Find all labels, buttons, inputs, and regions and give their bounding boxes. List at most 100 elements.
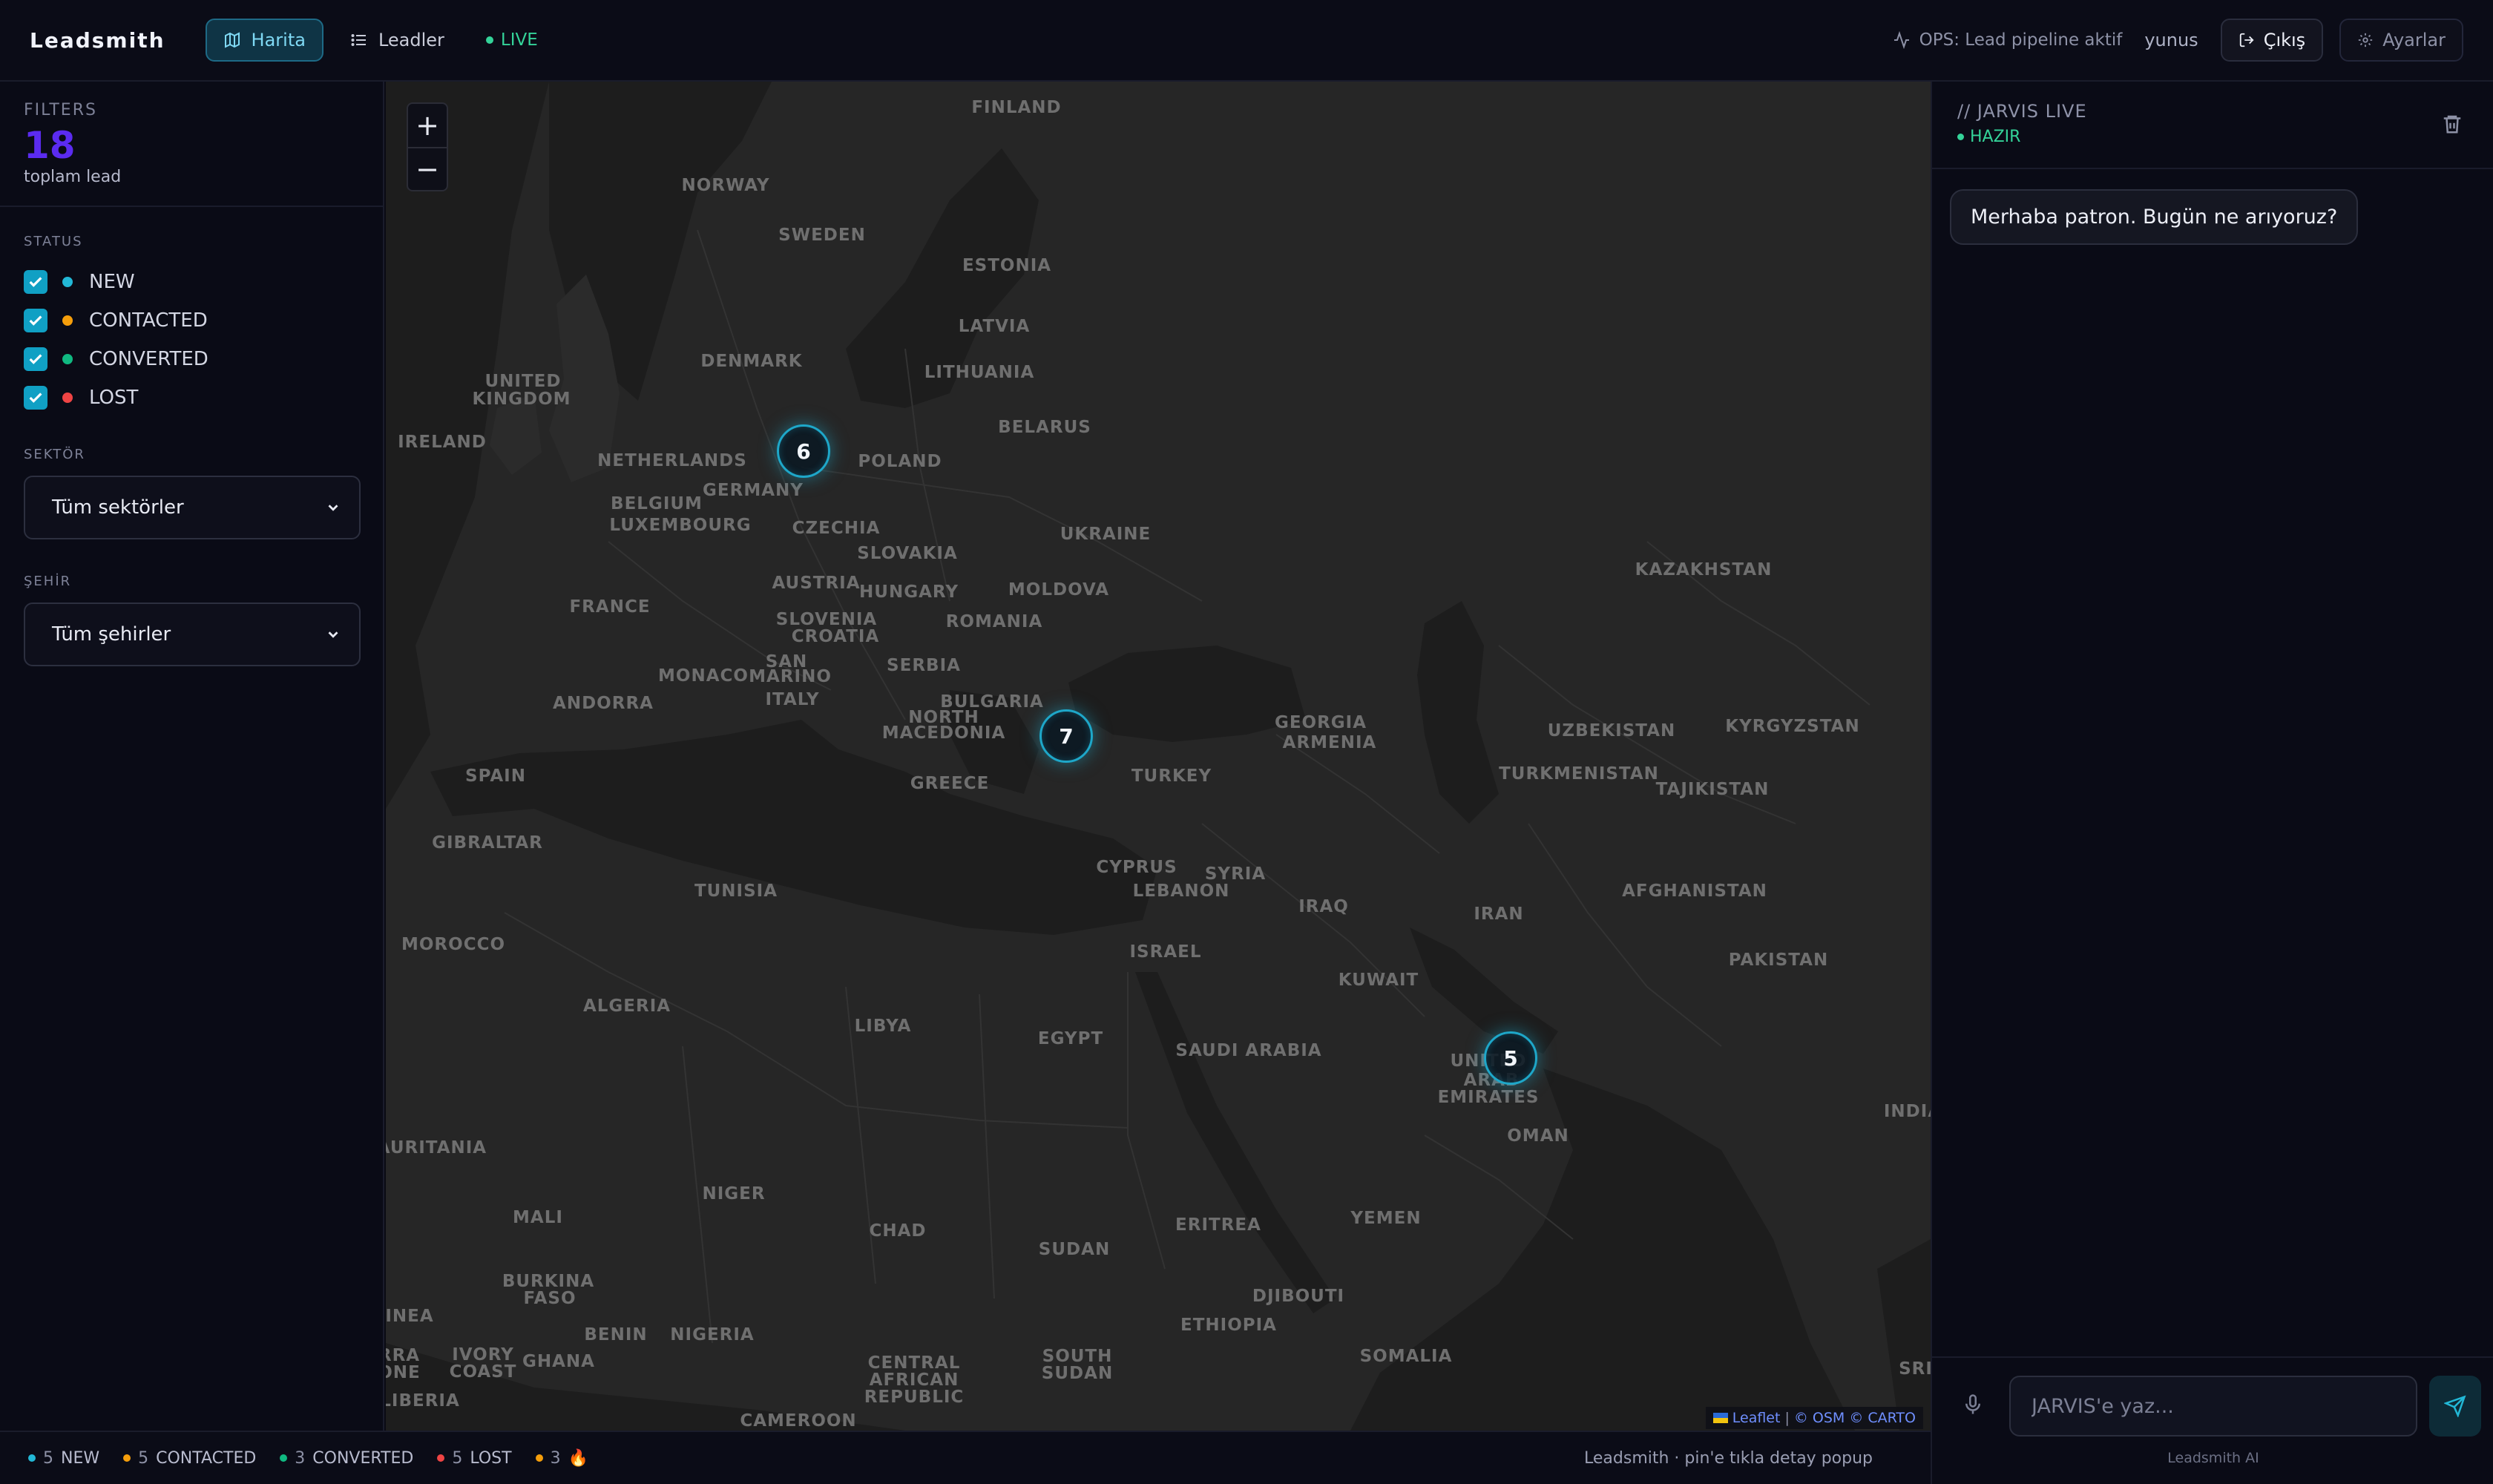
map-label: FINLAND (971, 98, 1062, 117)
status-dot (28, 1454, 36, 1462)
osm-link[interactable]: © OSM (1794, 1410, 1845, 1426)
map-label: GIBRALTAR (432, 833, 543, 853)
map-label: ESTONIA (962, 256, 1052, 275)
map-label: NETHERLANDS (597, 451, 747, 470)
chat-input[interactable] (2009, 1376, 2417, 1437)
map-label: KYRGYZSTAN (1725, 717, 1860, 736)
check-icon (29, 393, 42, 403)
map-label: GEORGIA (1274, 713, 1367, 732)
map-label: ITALY (765, 690, 820, 709)
settings-button[interactable]: Ayarlar (2339, 19, 2463, 62)
map-label: OMAN (1507, 1126, 1569, 1146)
lead-cluster-marker[interactable]: 6 (777, 424, 830, 478)
map-label: EMIRATES (1437, 1088, 1540, 1107)
map-label: EGYPT (1037, 1029, 1104, 1048)
send-button[interactable] (2429, 1376, 2481, 1437)
checkbox[interactable] (24, 347, 47, 371)
zoom-in-button[interactable]: + (408, 104, 447, 147)
map-label: INDIA (1883, 1102, 1931, 1121)
trash-icon[interactable] (2441, 113, 2463, 135)
chat-composer: Leadsmith AI (1932, 1356, 2493, 1484)
sector-section-title: SEKTÖR (24, 447, 85, 462)
carto-link[interactable]: © CARTO (1849, 1410, 1916, 1426)
check-icon (29, 354, 42, 364)
lead-cluster-marker[interactable]: 7 (1039, 709, 1093, 763)
stat-count: 5 (43, 1448, 53, 1468)
map-label: LATVIA (958, 317, 1031, 336)
map-label: LIBERIA (386, 1391, 460, 1411)
stat-label: CONTACTED (156, 1448, 257, 1468)
status-filter-section: STATUS NEW CONTACTED CONVERTED LOST SEKT… (0, 234, 383, 666)
status-section-title: STATUS (24, 234, 83, 249)
checkbox[interactable] (24, 270, 47, 294)
stat-label: LOST (470, 1448, 512, 1468)
map-label: UZBEKISTAN (1547, 721, 1676, 741)
checkbox[interactable] (24, 309, 47, 332)
map-label: TURKMENISTAN (1499, 764, 1659, 784)
settings-label: Ayarlar (2382, 30, 2446, 50)
status-filter-lost[interactable]: LOST (24, 378, 359, 417)
map-label: NORWAY (681, 176, 770, 195)
chat-status-label: HAZIR (1970, 128, 2021, 146)
nav-harita-label: Harita (251, 30, 306, 50)
username: yunus (2144, 30, 2198, 50)
nav-harita-button[interactable]: Harita (205, 19, 323, 62)
lead-count: 18 (24, 124, 76, 167)
sector-select[interactable]: Tüm sektörler (24, 476, 361, 539)
map-canvas[interactable]: FINLAND NORWAY SWEDEN ESTONIA LATVIA LIT… (386, 82, 1931, 1431)
leaflet-link[interactable]: Leaflet (1732, 1410, 1781, 1426)
map-label: LEBANON (1132, 881, 1230, 901)
city-section-title: ŞEHİR (24, 574, 72, 589)
attribution-separator: | (1784, 1410, 1790, 1426)
map-attribution: Leaflet | © OSM © CARTO (1705, 1407, 1923, 1429)
status-filter-new[interactable]: NEW (24, 263, 359, 301)
live-indicator: LIVE (485, 30, 538, 50)
map-label: ROMANIA (945, 612, 1043, 631)
brand-logo: Leadsmith (30, 27, 165, 53)
map-label: SYRIA (1204, 864, 1267, 884)
map-label: ETHIOPIA (1180, 1316, 1277, 1335)
basemap (386, 82, 1931, 1431)
city-select[interactable]: Tüm şehirler (24, 603, 361, 666)
stat-count: 5 (452, 1448, 463, 1468)
lead-cluster-marker[interactable]: 5 (1484, 1031, 1537, 1085)
map-label: MOLDOVA (1008, 580, 1110, 600)
status-dot-lost (62, 393, 73, 403)
status-label-lost: LOST (89, 387, 139, 409)
map-label: SUDAN (1041, 1364, 1114, 1383)
map-label: MACEDONIA (881, 723, 1006, 743)
activity-icon (1893, 31, 1909, 49)
nav-leadler-label: Leadler (378, 30, 444, 50)
status-filter-converted[interactable]: CONVERTED (24, 340, 359, 378)
map-label: GERMANY (703, 481, 804, 500)
map-label: SPAIN (465, 766, 526, 786)
status-dot-contacted (62, 315, 73, 326)
map-label: TURKEY (1131, 766, 1212, 786)
map-icon (224, 32, 240, 48)
status-filter-contacted[interactable]: CONTACTED (24, 301, 359, 340)
map-label: PAKISTAN (1728, 951, 1829, 970)
status-dot (437, 1454, 445, 1462)
zoom-out-button[interactable]: − (408, 147, 447, 190)
map-label: SRI (1899, 1359, 1931, 1379)
city-select-value: Tüm şehirler (52, 623, 171, 646)
map-label: TUNISIA (694, 881, 778, 901)
assistant-message: Merhaba patron. Bugün ne arıyoruz? (1950, 189, 2359, 245)
map-label: DJIBOUTI (1252, 1287, 1345, 1306)
stat-contacted: 5 CONTACTED (123, 1449, 256, 1468)
map-label: POLAND (858, 452, 942, 471)
map-label: ERITREA (1175, 1215, 1261, 1235)
nav-leadler-button[interactable]: Leadler (334, 19, 461, 62)
checkbox[interactable] (24, 386, 47, 410)
microphone-icon[interactable] (1962, 1393, 1984, 1416)
logout-button[interactable]: Çıkış (2220, 19, 2324, 62)
stat-lost: 5 LOST (437, 1448, 512, 1468)
map-label: IRELAND (398, 433, 487, 452)
zoom-control: + − (407, 102, 448, 191)
map-label: NIGER (702, 1184, 766, 1204)
map-label: KUWAIT (1338, 971, 1419, 990)
map-label: LUXEMBOURG (609, 516, 752, 535)
map-label: INEA (386, 1307, 434, 1326)
stat-count: 3 (295, 1448, 306, 1468)
map-label: ANDORRA (553, 694, 654, 713)
